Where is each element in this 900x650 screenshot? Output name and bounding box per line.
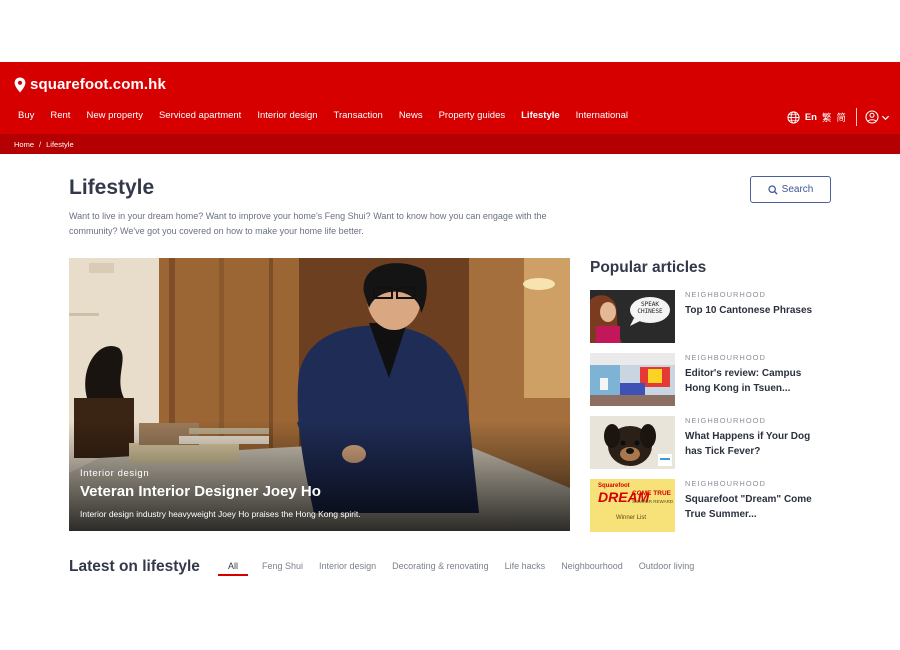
popular-thumb-text: SPEAK CHINESE bbox=[637, 301, 663, 315]
hero-category: Interior design bbox=[80, 468, 150, 479]
popular-article-category: NEIGHBOURHOOD bbox=[685, 416, 766, 425]
lang-traditional[interactable]: 繁 bbox=[822, 110, 832, 124]
tab-life-hacks[interactable]: Life hacks bbox=[505, 561, 546, 571]
nav-item-interior-design[interactable]: Interior design bbox=[249, 105, 325, 133]
popular-article-category: NEIGHBOURHOOD bbox=[685, 290, 766, 299]
hero-article[interactable]: Interior design Veteran Interior Designe… bbox=[69, 258, 570, 531]
popular-article[interactable]: NEIGHBOURHOOD Editor's review: Campus Ho… bbox=[590, 353, 850, 407]
nav-item-serviced-apartment[interactable]: Serviced apartment bbox=[151, 105, 249, 133]
popular-article-title[interactable]: What Happens if Your Dog has Tick Fever? bbox=[685, 429, 815, 459]
thumb-come-true: COME TRUE bbox=[632, 490, 671, 497]
nav-item-property-guides[interactable]: Property guides bbox=[431, 105, 514, 133]
search-button-label: Search bbox=[781, 184, 814, 195]
page-description: Want to live in your dream home? Want to… bbox=[69, 211, 547, 236]
nav-item-news[interactable]: News bbox=[391, 105, 431, 133]
thumb-winner: Winner List bbox=[616, 515, 647, 521]
latest-section-title: Latest on lifestyle bbox=[69, 558, 200, 575]
breadcrumb-home[interactable]: Home bbox=[14, 140, 34, 149]
tab-feng-shui[interactable]: Feng Shui bbox=[262, 561, 303, 571]
site-logo-text: squarefoot.com.hk bbox=[30, 76, 166, 93]
nav-item-new-property[interactable]: New property bbox=[78, 105, 151, 133]
main-nav: Buy Rent New property Serviced apartment… bbox=[10, 105, 636, 139]
site-header: squarefoot.com.hk Buy Rent New property … bbox=[0, 62, 900, 154]
lang-simplified[interactable]: 简 bbox=[836, 110, 846, 124]
popular-article-thumbnail: SPEAK CHINESE bbox=[590, 290, 675, 343]
breadcrumb-current: Lifestyle bbox=[46, 139, 74, 149]
tab-outdoor-living[interactable]: Outdoor living bbox=[639, 561, 695, 571]
page-title: Lifestyle bbox=[69, 176, 155, 199]
nav-item-lifestyle[interactable]: Lifestyle bbox=[513, 105, 568, 139]
breadcrumb-separator: / bbox=[39, 139, 42, 149]
tab-decorating-renovating[interactable]: Decorating & renovating bbox=[392, 561, 489, 571]
header-divider bbox=[856, 108, 857, 126]
tab-interior-design[interactable]: Interior design bbox=[319, 561, 376, 571]
tab-all[interactable]: All bbox=[218, 561, 249, 576]
popular-article[interactable]: NEIGHBOURHOOD What Happens if Your Dog h… bbox=[590, 416, 850, 470]
search-icon bbox=[768, 184, 778, 195]
popular-article-category: NEIGHBOURHOOD bbox=[685, 479, 766, 488]
search-button[interactable]: Search bbox=[750, 176, 831, 203]
lang-english[interactable]: En bbox=[805, 112, 817, 123]
popular-article-title[interactable]: Squarefoot "Dream" Come True Summer... bbox=[685, 492, 815, 522]
popular-articles-title: Popular articles bbox=[590, 259, 707, 276]
site-logo[interactable]: squarefoot.com.hk bbox=[14, 76, 166, 93]
popular-article-thumbnail: Squarefoot DREAM COME TRUE SUMMER REWARD… bbox=[590, 479, 675, 532]
popular-article[interactable]: Squarefoot DREAM COME TRUE SUMMER REWARD… bbox=[590, 479, 850, 533]
nav-item-rent[interactable]: Rent bbox=[42, 105, 78, 133]
latest-tabs: All Feng Shui Interior design Decorating… bbox=[218, 561, 710, 576]
hero-subtitle: Interior design industry heavyweight Joe… bbox=[80, 509, 361, 519]
hero-title[interactable]: Veteran Interior Designer Joey Ho bbox=[80, 483, 321, 500]
popular-article-thumbnail bbox=[590, 416, 675, 469]
globe-icon[interactable] bbox=[787, 110, 800, 124]
tab-neighbourhood[interactable]: Neighbourhood bbox=[561, 561, 623, 571]
popular-article-category: NEIGHBOURHOOD bbox=[685, 353, 766, 362]
popular-article-thumbnail bbox=[590, 353, 675, 406]
breadcrumb: Home / Lifestyle bbox=[0, 134, 900, 154]
popular-article-title[interactable]: Editor's review: Campus Hong Kong in Tsu… bbox=[685, 366, 815, 396]
nav-item-international[interactable]: International bbox=[568, 105, 636, 133]
popular-article[interactable]: SPEAK CHINESE NEIGHBOURHOOD Top 10 Canto… bbox=[590, 290, 850, 344]
user-icon[interactable] bbox=[865, 110, 879, 124]
chevron-down-icon[interactable] bbox=[881, 113, 890, 122]
nav-item-transaction[interactable]: Transaction bbox=[326, 105, 391, 133]
popular-article-title[interactable]: Top 10 Cantonese Phrases bbox=[685, 303, 815, 318]
thumb-summer: SUMMER REWARD bbox=[632, 499, 674, 504]
location-pin-icon bbox=[14, 77, 26, 92]
header-utilities: En 繁 简 bbox=[787, 108, 890, 126]
nav-item-buy[interactable]: Buy bbox=[10, 105, 42, 133]
